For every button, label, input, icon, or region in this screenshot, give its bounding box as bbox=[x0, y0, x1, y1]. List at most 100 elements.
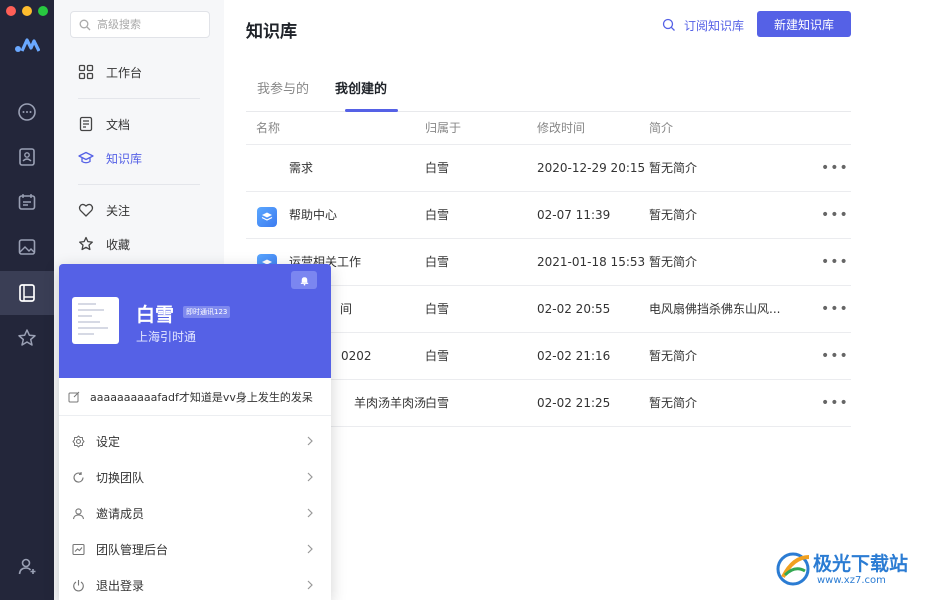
sidebar-item-label: 收藏 bbox=[106, 237, 131, 252]
row-intro: 电风扇佛挡杀佛东山风... bbox=[649, 302, 781, 316]
sidebar-item-knowledge-base[interactable]: 知识库 bbox=[78, 146, 142, 170]
more-options-icon[interactable]: ••• bbox=[821, 380, 849, 427]
rail-knowledge[interactable] bbox=[0, 271, 54, 315]
chevron-right-icon bbox=[307, 544, 313, 554]
status-message[interactable]: aaaaaaaaaafadf才知道是vv身上发生的发呆 bbox=[59, 378, 331, 416]
star-icon bbox=[79, 236, 93, 251]
column-header-owner: 归属于 bbox=[425, 121, 462, 135]
graduation-cap-icon bbox=[78, 151, 94, 164]
edit-icon bbox=[68, 391, 80, 402]
row-owner: 白雪 bbox=[425, 349, 450, 363]
sidebar-item-documents[interactable]: 文档 bbox=[78, 112, 130, 136]
tab-participated[interactable]: 我参与的 bbox=[257, 78, 309, 112]
column-header-modified: 修改时间 bbox=[537, 121, 586, 135]
sidebar-item-workbench[interactable]: 工作台 bbox=[78, 60, 142, 84]
row-owner: 白雪 bbox=[425, 302, 450, 316]
chat-icon bbox=[18, 103, 36, 121]
star-icon bbox=[18, 329, 36, 346]
column-header-name: 名称 bbox=[256, 121, 281, 135]
row-intro: 暂无简介 bbox=[649, 208, 698, 222]
window-controls bbox=[6, 6, 48, 16]
minimize-window-button[interactable] bbox=[22, 6, 32, 16]
menu-settings[interactable]: 设定 bbox=[59, 423, 331, 459]
menu-team-admin[interactable]: 团队管理后台 bbox=[59, 531, 331, 567]
menu-invite-members[interactable]: 邀请成员 bbox=[59, 495, 331, 531]
power-icon bbox=[73, 579, 84, 591]
search-icon bbox=[79, 19, 91, 30]
menu-label: 切换团队 bbox=[96, 470, 145, 485]
tab-bar: 我参与的 我创建的 bbox=[246, 78, 851, 112]
table-row[interactable]: 0202 白雪 02-02 21:16 暂无简介 ••• bbox=[246, 333, 851, 380]
row-name: 间 bbox=[340, 302, 353, 316]
row-modified: 02-02 21:16 bbox=[537, 349, 611, 363]
tab-created[interactable]: 我创建的 bbox=[335, 78, 400, 112]
column-header-intro: 简介 bbox=[649, 121, 674, 135]
watermark-text: 极光下载站 bbox=[813, 553, 909, 575]
gear-icon bbox=[72, 435, 85, 447]
watermark-url: www.xz7.com bbox=[817, 575, 886, 586]
refresh-icon bbox=[73, 471, 84, 483]
subscribe-label: 订阅知识库 bbox=[684, 18, 745, 33]
search-input[interactable] bbox=[97, 18, 197, 31]
sidebar-item-following[interactable]: 关注 bbox=[78, 198, 130, 222]
close-window-button[interactable] bbox=[6, 6, 16, 16]
document-icon bbox=[79, 116, 93, 132]
chevron-right-icon bbox=[307, 472, 313, 482]
rail-add-user[interactable] bbox=[0, 544, 54, 588]
icon-rail bbox=[0, 0, 54, 600]
row-modified: 2020-12-29 20:15 bbox=[537, 161, 646, 175]
calendar-icon bbox=[18, 194, 36, 210]
search-box[interactable] bbox=[70, 11, 210, 38]
more-options-icon[interactable]: ••• bbox=[821, 145, 849, 192]
more-options-icon[interactable]: ••• bbox=[821, 239, 849, 286]
new-knowledge-base-button[interactable]: 新建知识库 bbox=[757, 11, 851, 37]
row-name: 需求 bbox=[289, 161, 314, 175]
menu-label: 邀请成员 bbox=[96, 506, 145, 521]
table-row[interactable]: 帮助中心 白雪 02-07 11:39 暂无简介 ••• bbox=[246, 192, 851, 239]
search-icon bbox=[662, 18, 675, 31]
menu-logout[interactable]: 退出登录 bbox=[59, 567, 331, 600]
status-text: aaaaaaaaaafadf才知道是vv身上发生的发呆 bbox=[90, 390, 313, 404]
page-title: 知识库 bbox=[246, 22, 297, 42]
rail-contacts[interactable] bbox=[0, 135, 54, 179]
menu-label: 团队管理后台 bbox=[96, 542, 169, 557]
maximize-window-button[interactable] bbox=[38, 6, 48, 16]
rail-calendar[interactable] bbox=[0, 180, 54, 224]
row-owner: 白雪 bbox=[425, 161, 450, 175]
row-owner: 白雪 bbox=[425, 208, 450, 222]
grid-icon bbox=[78, 64, 94, 80]
table-header: 名称 归属于 修改时间 简介 bbox=[246, 112, 851, 145]
rail-favorites[interactable] bbox=[0, 316, 54, 360]
sidebar-divider bbox=[78, 98, 200, 99]
heart-icon bbox=[78, 203, 94, 217]
rail-chat[interactable] bbox=[0, 90, 54, 134]
menu-switch-team[interactable]: 切换团队 bbox=[59, 459, 331, 495]
gallery-icon bbox=[18, 239, 36, 255]
table-row[interactable]: 需求 白雪 2020-12-29 20:15 暂无简介 ••• bbox=[246, 145, 851, 192]
profile-header: 白雪 即时通讯123 上海引时通 bbox=[59, 264, 331, 378]
more-options-icon[interactable]: ••• bbox=[821, 333, 849, 380]
user-name: 白雪 bbox=[136, 304, 175, 326]
user-badge: 即时通讯123 bbox=[183, 306, 231, 318]
table-row[interactable]: 运营相关工作 白雪 2021-01-18 15:53 暂无简介 ••• bbox=[246, 239, 851, 286]
sidebar-item-label: 文档 bbox=[106, 117, 131, 132]
more-options-icon[interactable]: ••• bbox=[821, 192, 849, 239]
sidebar-item-favorites[interactable]: 收藏 bbox=[78, 232, 130, 256]
table-row[interactable]: 羊肉汤羊肉汤 白雪 02-02 21:25 暂无简介 ••• bbox=[246, 380, 851, 427]
rail-gallery[interactable] bbox=[0, 225, 54, 269]
row-name: 羊肉汤羊肉汤 bbox=[354, 396, 427, 410]
menu-label: 退出登录 bbox=[96, 578, 145, 593]
subscribe-knowledge-base-link[interactable]: 订阅知识库 bbox=[662, 15, 744, 35]
row-modified: 02-02 20:55 bbox=[537, 302, 611, 316]
more-options-icon[interactable]: ••• bbox=[821, 286, 849, 333]
app-logo-icon bbox=[15, 38, 40, 52]
add-user-icon bbox=[18, 558, 36, 575]
notification-button[interactable] bbox=[291, 271, 317, 289]
row-owner: 白雪 bbox=[425, 396, 450, 410]
row-name: 帮助中心 bbox=[289, 208, 338, 222]
sidebar-item-label: 知识库 bbox=[106, 151, 143, 166]
profile-popup: 白雪 即时通讯123 上海引时通 aaaaaaaaaafadf才知道是vv身上发… bbox=[59, 264, 331, 600]
table-row[interactable]: 间 白雪 02-02 20:55 电风扇佛挡杀佛东山风... ••• bbox=[246, 286, 851, 333]
avatar[interactable] bbox=[72, 297, 119, 344]
menu-label: 设定 bbox=[96, 434, 121, 449]
